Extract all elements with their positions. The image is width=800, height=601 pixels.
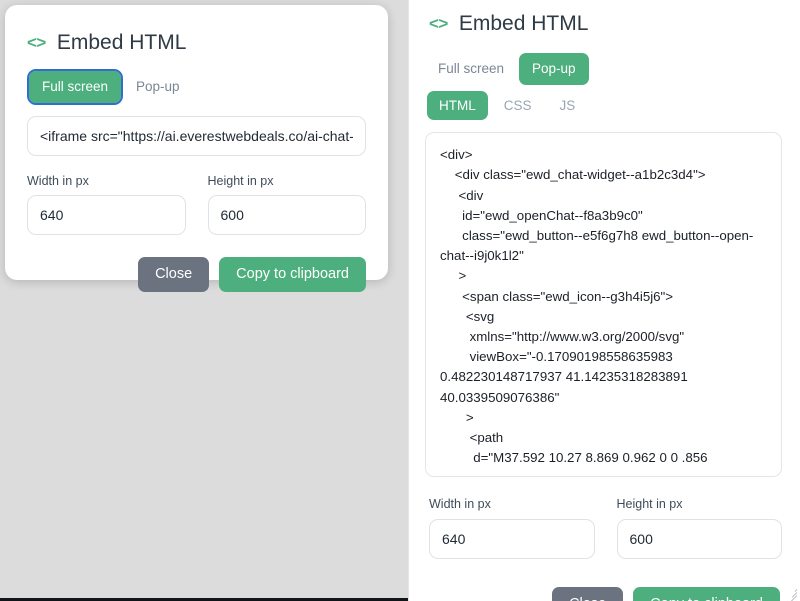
height-field-group: Height in px — [207, 173, 366, 235]
modal-actions: Close Copy to clipboard — [27, 256, 366, 293]
copy-to-clipboard-button[interactable]: Copy to clipboard — [219, 256, 366, 293]
embed-code-textarea[interactable]: <div> <div class="ewd_chat-widget--a1b2c… — [425, 132, 782, 478]
width-label: Width in px — [429, 497, 491, 512]
close-button[interactable]: Close — [552, 586, 624, 601]
panel-actions: Close Copy to clipboard — [425, 586, 780, 601]
modal-header: <> Embed HTML — [27, 31, 366, 54]
tab-full-screen[interactable]: Full screen — [26, 69, 124, 105]
height-label: Height in px — [207, 173, 274, 188]
embed-code-input[interactable] — [27, 115, 366, 156]
height-label: Height in px — [616, 497, 683, 512]
right-embed-pane: <> Embed HTML Full screen Pop-up HTML CS… — [408, 0, 800, 601]
resize-handle-icon[interactable] — [785, 586, 798, 601]
embed-html-modal: <> Embed HTML Full screen Pop-up Width i… — [5, 5, 388, 293]
page-title: Embed HTML — [56, 31, 187, 54]
mode-tab-group: Full screen Pop-up — [425, 53, 782, 85]
width-field-group: Width in px — [27, 174, 186, 235]
tab-full-screen[interactable]: Full screen — [425, 53, 517, 85]
width-input[interactable] — [429, 518, 595, 559]
mode-tab-group: Full screen Pop-up — [26, 69, 366, 105]
code-editor-wrap: <div> <div class="ewd_chat-widget--a1b2c… — [425, 132, 798, 601]
width-field-group: Width in px — [429, 497, 595, 559]
left-preview-pane: <> Embed HTML Full screen Pop-up Width i… — [0, 0, 408, 601]
code-brackets-icon: <> — [429, 14, 448, 34]
embed-code-field-wrap — [27, 115, 366, 156]
dimension-fields: Width in px Height in px — [429, 497, 782, 559]
close-button[interactable]: Close — [138, 256, 210, 293]
language-tab-group: HTML CSS JS — [427, 90, 782, 121]
panel-header: <> Embed HTML — [429, 12, 782, 35]
dimension-fields: Width in px Height in px — [27, 174, 366, 235]
height-input[interactable] — [207, 194, 366, 235]
code-brackets-icon: <> — [27, 33, 46, 53]
screen-root: <> Embed HTML Full screen Pop-up Width i… — [0, 0, 800, 601]
width-input[interactable] — [27, 194, 186, 235]
panel-title: Embed HTML — [458, 12, 589, 35]
tab-css[interactable]: CSS — [492, 91, 544, 121]
tab-pop-up[interactable]: Pop-up — [123, 71, 193, 103]
tab-js[interactable]: JS — [548, 91, 588, 121]
height-input[interactable] — [616, 518, 782, 559]
height-field-group: Height in px — [616, 497, 782, 559]
copy-to-clipboard-button[interactable]: Copy to clipboard — [633, 586, 780, 601]
tab-pop-up[interactable]: Pop-up — [519, 53, 589, 85]
tab-html[interactable]: HTML — [427, 90, 488, 121]
width-label: Width in px — [27, 173, 89, 188]
